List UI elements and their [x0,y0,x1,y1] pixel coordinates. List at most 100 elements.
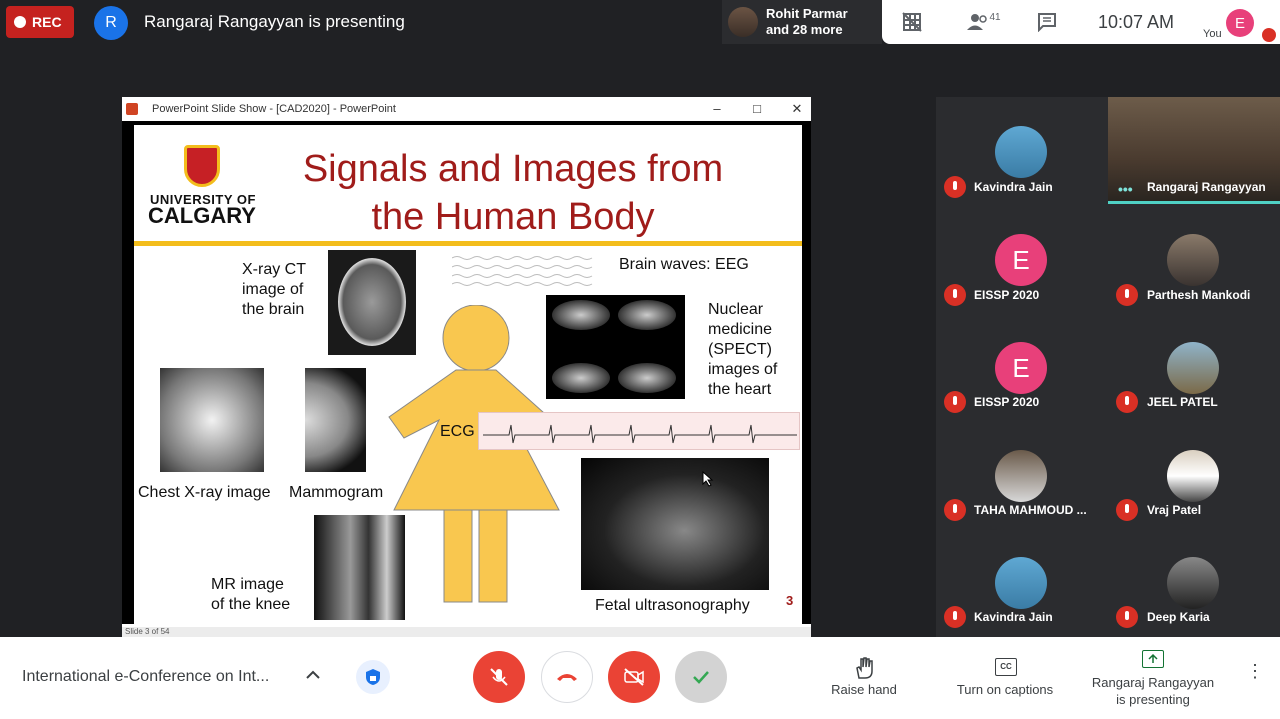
title-divider [134,241,802,246]
raise-hand-icon[interactable] [853,656,875,680]
participant-name: Kavindra Jain [974,610,1053,624]
label-nuclear-line3: (SPECT) [708,341,772,358]
slide-title: Signals and Images from the Human Body [134,145,802,241]
more-options-vertical-icon[interactable]: ⋮ [1246,662,1264,688]
label-nuclear-line1: Nuclear [708,301,764,318]
participant-name: EISSP 2020 [974,288,1040,302]
mic-off-icon [1116,284,1138,306]
people-icon[interactable]: 41 [966,10,1002,34]
slide-page-number: 3 [786,593,794,608]
minimize-icon[interactable]: – [708,100,726,118]
label-chest: Chest X-ray image [138,484,271,501]
participant-name: Vraj Patel [1147,503,1202,517]
self-label: You [1203,28,1222,40]
eeg-signal-image [451,253,597,287]
rec-label: REC [32,14,62,30]
mic-off-icon [944,606,966,628]
participant-avatar: E [995,234,1047,286]
label-mammogram: Mammogram [289,484,384,501]
mouse-cursor-icon [702,471,714,487]
mr-knee-image [314,515,405,620]
grid-off-icon[interactable] [899,10,925,34]
meeting-title[interactable]: International e-Conference on Int... [22,668,269,686]
participant-name: Kavindra Jain [974,180,1053,194]
slide: UNIVERSITY OF CALGARY Signals and Images… [134,125,802,625]
presenting-text: Rangaraj Rangayyan is presenting [144,12,405,31]
powerpoint-icon [126,103,138,115]
mic-off-icon [944,499,966,521]
label-ct-line1: X-ray CT [242,261,306,278]
chest-xray-image [160,368,264,472]
mic-off-icon [944,391,966,413]
label-mr: MR image of the knee [211,575,290,615]
label-mr-line2: of the knee [211,596,291,613]
more-options-icon[interactable]: ••• [1118,181,1133,197]
record-dot-icon [14,16,26,28]
leave-call-button[interactable] [541,651,593,703]
participant-avatar [728,7,758,37]
close-icon[interactable]: ✕ [788,100,806,118]
participant-avatar: E [995,342,1047,394]
label-ct-line3: the brain [242,301,305,318]
participant-avatar [995,126,1047,178]
security-shield-icon[interactable] [356,660,390,694]
chat-icon[interactable] [1034,10,1060,34]
slide-title-line1: Signals and Images from [302,148,724,190]
other-participants-chip[interactable]: Rohit Parmar and 28 more [722,0,882,44]
participant-avatar [1167,450,1219,502]
self-avatar[interactable]: E [1226,9,1254,37]
ecg-strip-image [478,412,800,450]
confirm-check-button[interactable] [675,651,727,703]
participant-name: Parthesh Mankodi [1147,288,1251,302]
label-nuclear-line2: medicine [708,321,773,338]
participant-name: Rangaraj Rangayyan [1147,180,1266,194]
recording-badge: REC [6,6,74,38]
slide-counter: Slide 3 of 54 [125,627,170,636]
camera-toggle-button[interactable] [608,651,660,703]
label-eeg: Brain waves: EEG [619,256,749,273]
participant-avatar [1167,342,1219,394]
self-mic-off-icon [1262,28,1276,42]
label-nuclear: Nuclear medicine (SPECT) images of the h… [708,300,777,400]
presenting-line2: is presenting [1116,692,1190,707]
captions-button[interactable]: Turn on captions [950,682,1060,697]
others-line1: Rohit Parmar [766,6,848,21]
presenter-avatar: R [94,6,128,40]
human-figure-illustration [388,305,560,603]
participant-name: TAHA MAHMOUD ... [974,503,1087,517]
ppt-window-title: PowerPoint Slide Show - [CAD2020] - Powe… [152,103,396,115]
captions-icon[interactable]: CC [995,658,1017,676]
participant-avatar [1167,234,1219,286]
spect-heart-image [546,295,685,399]
participant-avatar [1167,557,1219,609]
maximize-icon[interactable]: □ [748,100,766,118]
participant-name: Deep Karia [1147,610,1210,624]
presenting-status-button[interactable]: Rangaraj Rangayyan is presenting [1090,674,1216,708]
clock: 10:07 AM [1098,12,1175,32]
label-ct-line2: image of [242,281,304,298]
mic-off-icon [1116,391,1138,413]
present-screen-icon[interactable] [1142,650,1164,668]
label-nuclear-line5: the heart [708,381,772,398]
raise-hand-button[interactable]: Raise hand [824,682,904,697]
label-fetal: Fetal ultrasonography [595,597,750,614]
label-mr-line1: MR image [211,576,284,593]
label-nuclear-line4: images of [708,361,778,378]
ppt-status-bar: Slide 3 of 54 [122,627,811,637]
fetal-ultrasound-image [581,458,769,590]
label-ct: X-ray CT image of the brain [242,260,306,320]
mic-toggle-button[interactable] [473,651,525,703]
chevron-up-icon[interactable] [305,667,321,686]
mic-off-icon [1116,606,1138,628]
mammogram-image [305,368,366,472]
label-ecg: ECG [440,423,475,440]
participant-avatar [995,557,1047,609]
mic-off-icon [1116,499,1138,521]
others-line2: and 28 more [766,22,843,37]
slide-title-line2: the Human Body [371,196,655,238]
mic-off-icon [944,176,966,198]
presenting-line1: Rangaraj Rangayyan [1091,675,1215,690]
participant-name: JEEL PATEL [1147,395,1218,409]
participant-avatar [995,450,1047,502]
mic-off-icon [944,284,966,306]
